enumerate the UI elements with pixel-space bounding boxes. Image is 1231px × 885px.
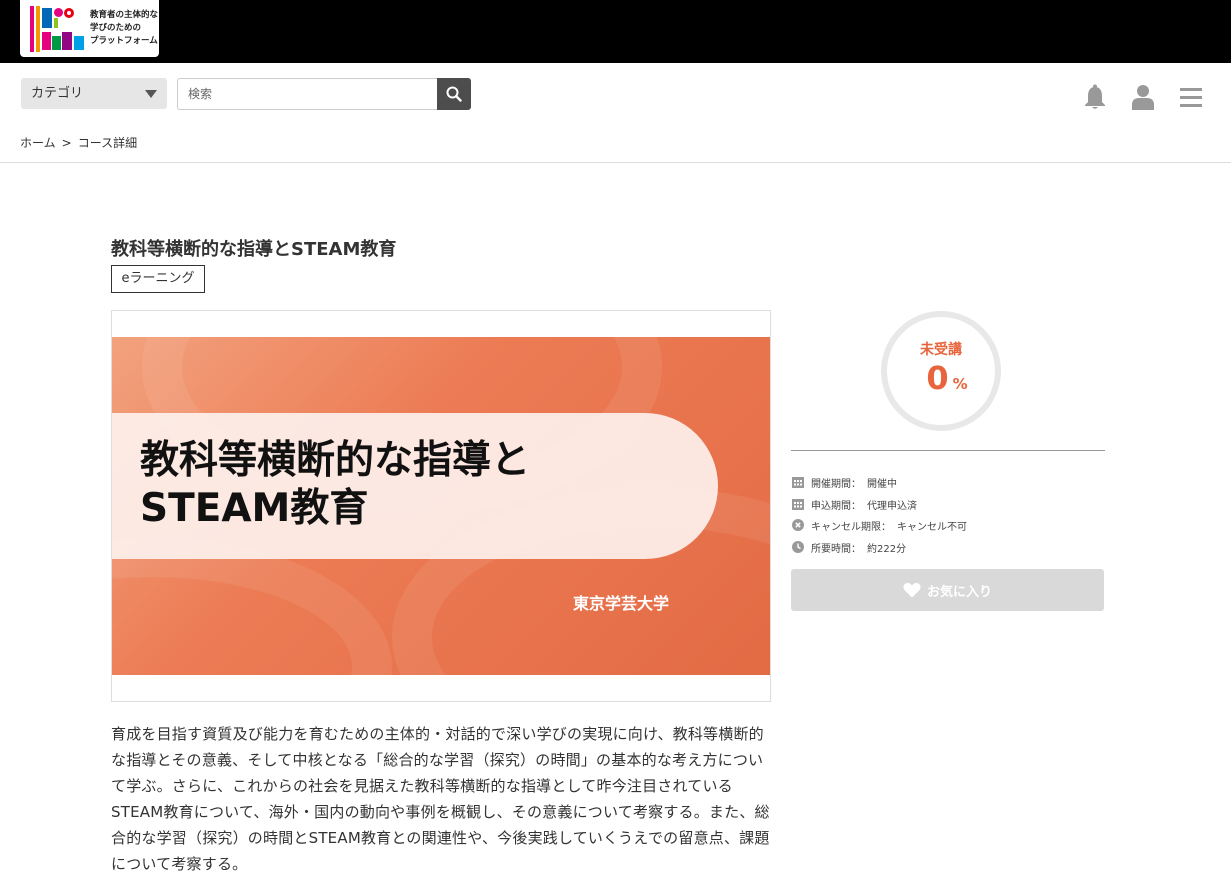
menu-button[interactable] <box>1180 87 1202 113</box>
course-type-badge: eラーニング <box>111 265 205 293</box>
info-row-cancel: キャンセル期限： キャンセル不可 <box>791 517 967 533</box>
info-value: 約222分 <box>867 543 907 555</box>
info-label: キャンセル期限： <box>811 521 891 533</box>
menu-icon <box>1180 88 1202 107</box>
search-row: カテゴリ <box>0 78 1231 111</box>
site-logo[interactable]: 教育者の主体的な 学びのための プラットフォーム <box>20 0 159 57</box>
logo-tagline-line: プラットフォーム <box>90 36 158 46</box>
logo-mark <box>30 5 88 52</box>
bell-icon <box>1085 84 1105 109</box>
logo-tagline-line: 教育者の主体的な <box>90 10 159 20</box>
breadcrumb-home-link[interactable]: ホーム <box>20 136 56 150</box>
category-select[interactable]: カテゴリ <box>21 78 167 109</box>
notifications-button[interactable] <box>1084 84 1106 114</box>
progress-percent: 0% <box>887 359 1007 397</box>
breadcrumb: ホーム > コース詳細 <box>20 134 137 151</box>
category-select-label: カテゴリ <box>31 86 84 101</box>
search-icon <box>446 86 462 102</box>
thumbnail-title-line: STEAM教育 <box>140 486 369 531</box>
progress-circle: 未受講 0% <box>881 311 1001 431</box>
course-thumbnail-slide: 教科等横断的な指導と STEAM教育 東京学芸大学 <box>112 337 770 675</box>
progress-percent-value: 0 <box>926 359 949 397</box>
progress-percent-unit: % <box>952 375 968 393</box>
course-description: 育成を目指す資質及び能力を育むための主体的・対話的で深い学びの実現に向け、教科等… <box>111 725 770 873</box>
account-button[interactable] <box>1132 84 1154 114</box>
info-row-duration: 所要時間： 約222分 <box>791 539 906 555</box>
chevron-down-icon <box>145 90 157 98</box>
progress-status: 未受講 <box>920 342 962 358</box>
clock-icon <box>791 541 804 554</box>
info-label: 開催期間： <box>811 478 861 490</box>
info-value: キャンセル不可 <box>897 521 967 533</box>
info-row-period: 開催期間： 開催中 <box>791 474 897 490</box>
info-value: 開催中 <box>867 478 897 490</box>
logo-tagline: 教育者の主体的な 学びのための プラットフォーム <box>90 9 158 48</box>
user-icon <box>1132 85 1154 110</box>
course-thumbnail: 教科等横断的な指導と STEAM教育 東京学芸大学 <box>111 310 771 702</box>
info-label: 申込期間： <box>811 500 861 512</box>
cancel-icon <box>791 519 804 532</box>
breadcrumb-current: コース詳細 <box>77 136 138 150</box>
favorite-button[interactable]: お気に入り <box>791 569 1104 611</box>
info-row-application: 申込期間： 代理申込済 <box>791 496 917 512</box>
heart-icon <box>903 582 921 598</box>
breadcrumb-separator: > <box>61 136 72 150</box>
calendar-icon <box>791 476 804 489</box>
sidebar-divider <box>791 450 1105 451</box>
thumbnail-title-line: 教科等横断的な指導と <box>140 438 531 483</box>
logo-tagline-line: 学びのための <box>90 23 142 33</box>
favorite-button-label: お気に入り <box>926 584 992 600</box>
page-title: 教科等横断的な指導とSTEAM教育 <box>111 239 397 260</box>
top-bar: 教育者の主体的な 学びのための プラットフォーム <box>0 0 1231 63</box>
info-label: 所要時間： <box>811 543 861 555</box>
search-input[interactable] <box>177 78 438 110</box>
header-divider <box>0 162 1231 163</box>
info-value: 代理申込済 <box>867 500 917 512</box>
thumbnail-university: 東京学芸大学 <box>573 594 670 613</box>
search-button[interactable] <box>437 78 471 110</box>
calendar-icon <box>791 498 804 511</box>
